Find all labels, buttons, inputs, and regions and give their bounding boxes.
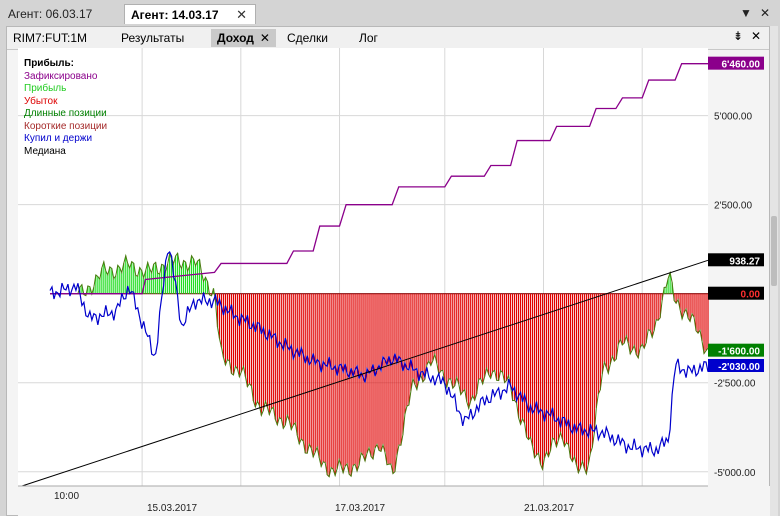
y-tick-label: 2'500.00 <box>714 201 752 212</box>
legend-item-median: Медиана <box>24 145 66 157</box>
income-chart: 5'000.00 2'500.00 -2'500.00 -5'000.00 6'460.… <box>18 48 770 516</box>
legend-item-short: Короткие позиции <box>24 120 108 132</box>
x-tick-label: 21.03.2017 <box>524 503 574 514</box>
legend-item-profit: Прибыль <box>24 83 67 94</box>
y-tick-label: 5'000.00 <box>714 112 752 123</box>
x-axis-band <box>18 486 770 516</box>
x-axis: 10:00 15.03.2017 17.03.2017 21.03.2017 <box>18 485 770 516</box>
value-label: 938.27 <box>729 256 760 267</box>
value-label: 6'460.00 <box>721 60 760 71</box>
x-tick-label: 10:00 <box>54 491 79 502</box>
value-label: 0.00 <box>741 290 761 301</box>
x-tick-label: 17.03.2017 <box>335 503 385 514</box>
legend: Прибыль: Зафиксировано Прибыль Убыток Дл… <box>24 58 107 158</box>
scrollbar-thumb[interactable] <box>771 216 777 286</box>
value-label: -2'030.00 <box>718 362 760 373</box>
legend-title: Прибыль: <box>24 58 74 69</box>
legend-item-long: Длинные позиции <box>24 108 107 119</box>
value-label: -1'600.00 <box>718 347 760 358</box>
y-tick-label: -2'500.00 <box>714 379 756 390</box>
x-tick-label: 15.03.2017 <box>147 503 197 514</box>
legend-item-loss: Убыток <box>24 95 58 107</box>
vertical-scrollbar[interactable] <box>770 26 778 516</box>
legend-item-buy-hold: Купил и держи <box>24 133 93 144</box>
legend-item-fixed: Зафиксировано <box>24 70 98 82</box>
y-axis: 5'000.00 2'500.00 -2'500.00 -5'000.00 6'460.… <box>708 56 764 479</box>
y-tick-label: -5'000.00 <box>714 468 756 479</box>
